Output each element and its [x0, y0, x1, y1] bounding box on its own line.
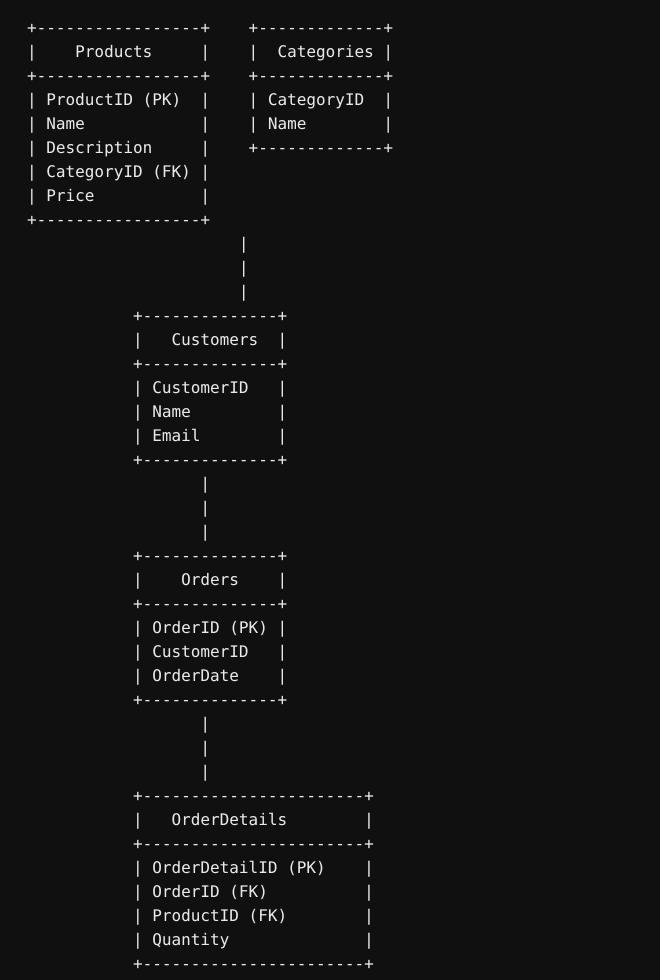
- er-diagram-ascii-art: +-----------------+ +-------------+ | Pr…: [27, 18, 394, 973]
- ascii-er-diagram-canvas: +-----------------+ +-------------+ | Pr…: [0, 0, 660, 980]
